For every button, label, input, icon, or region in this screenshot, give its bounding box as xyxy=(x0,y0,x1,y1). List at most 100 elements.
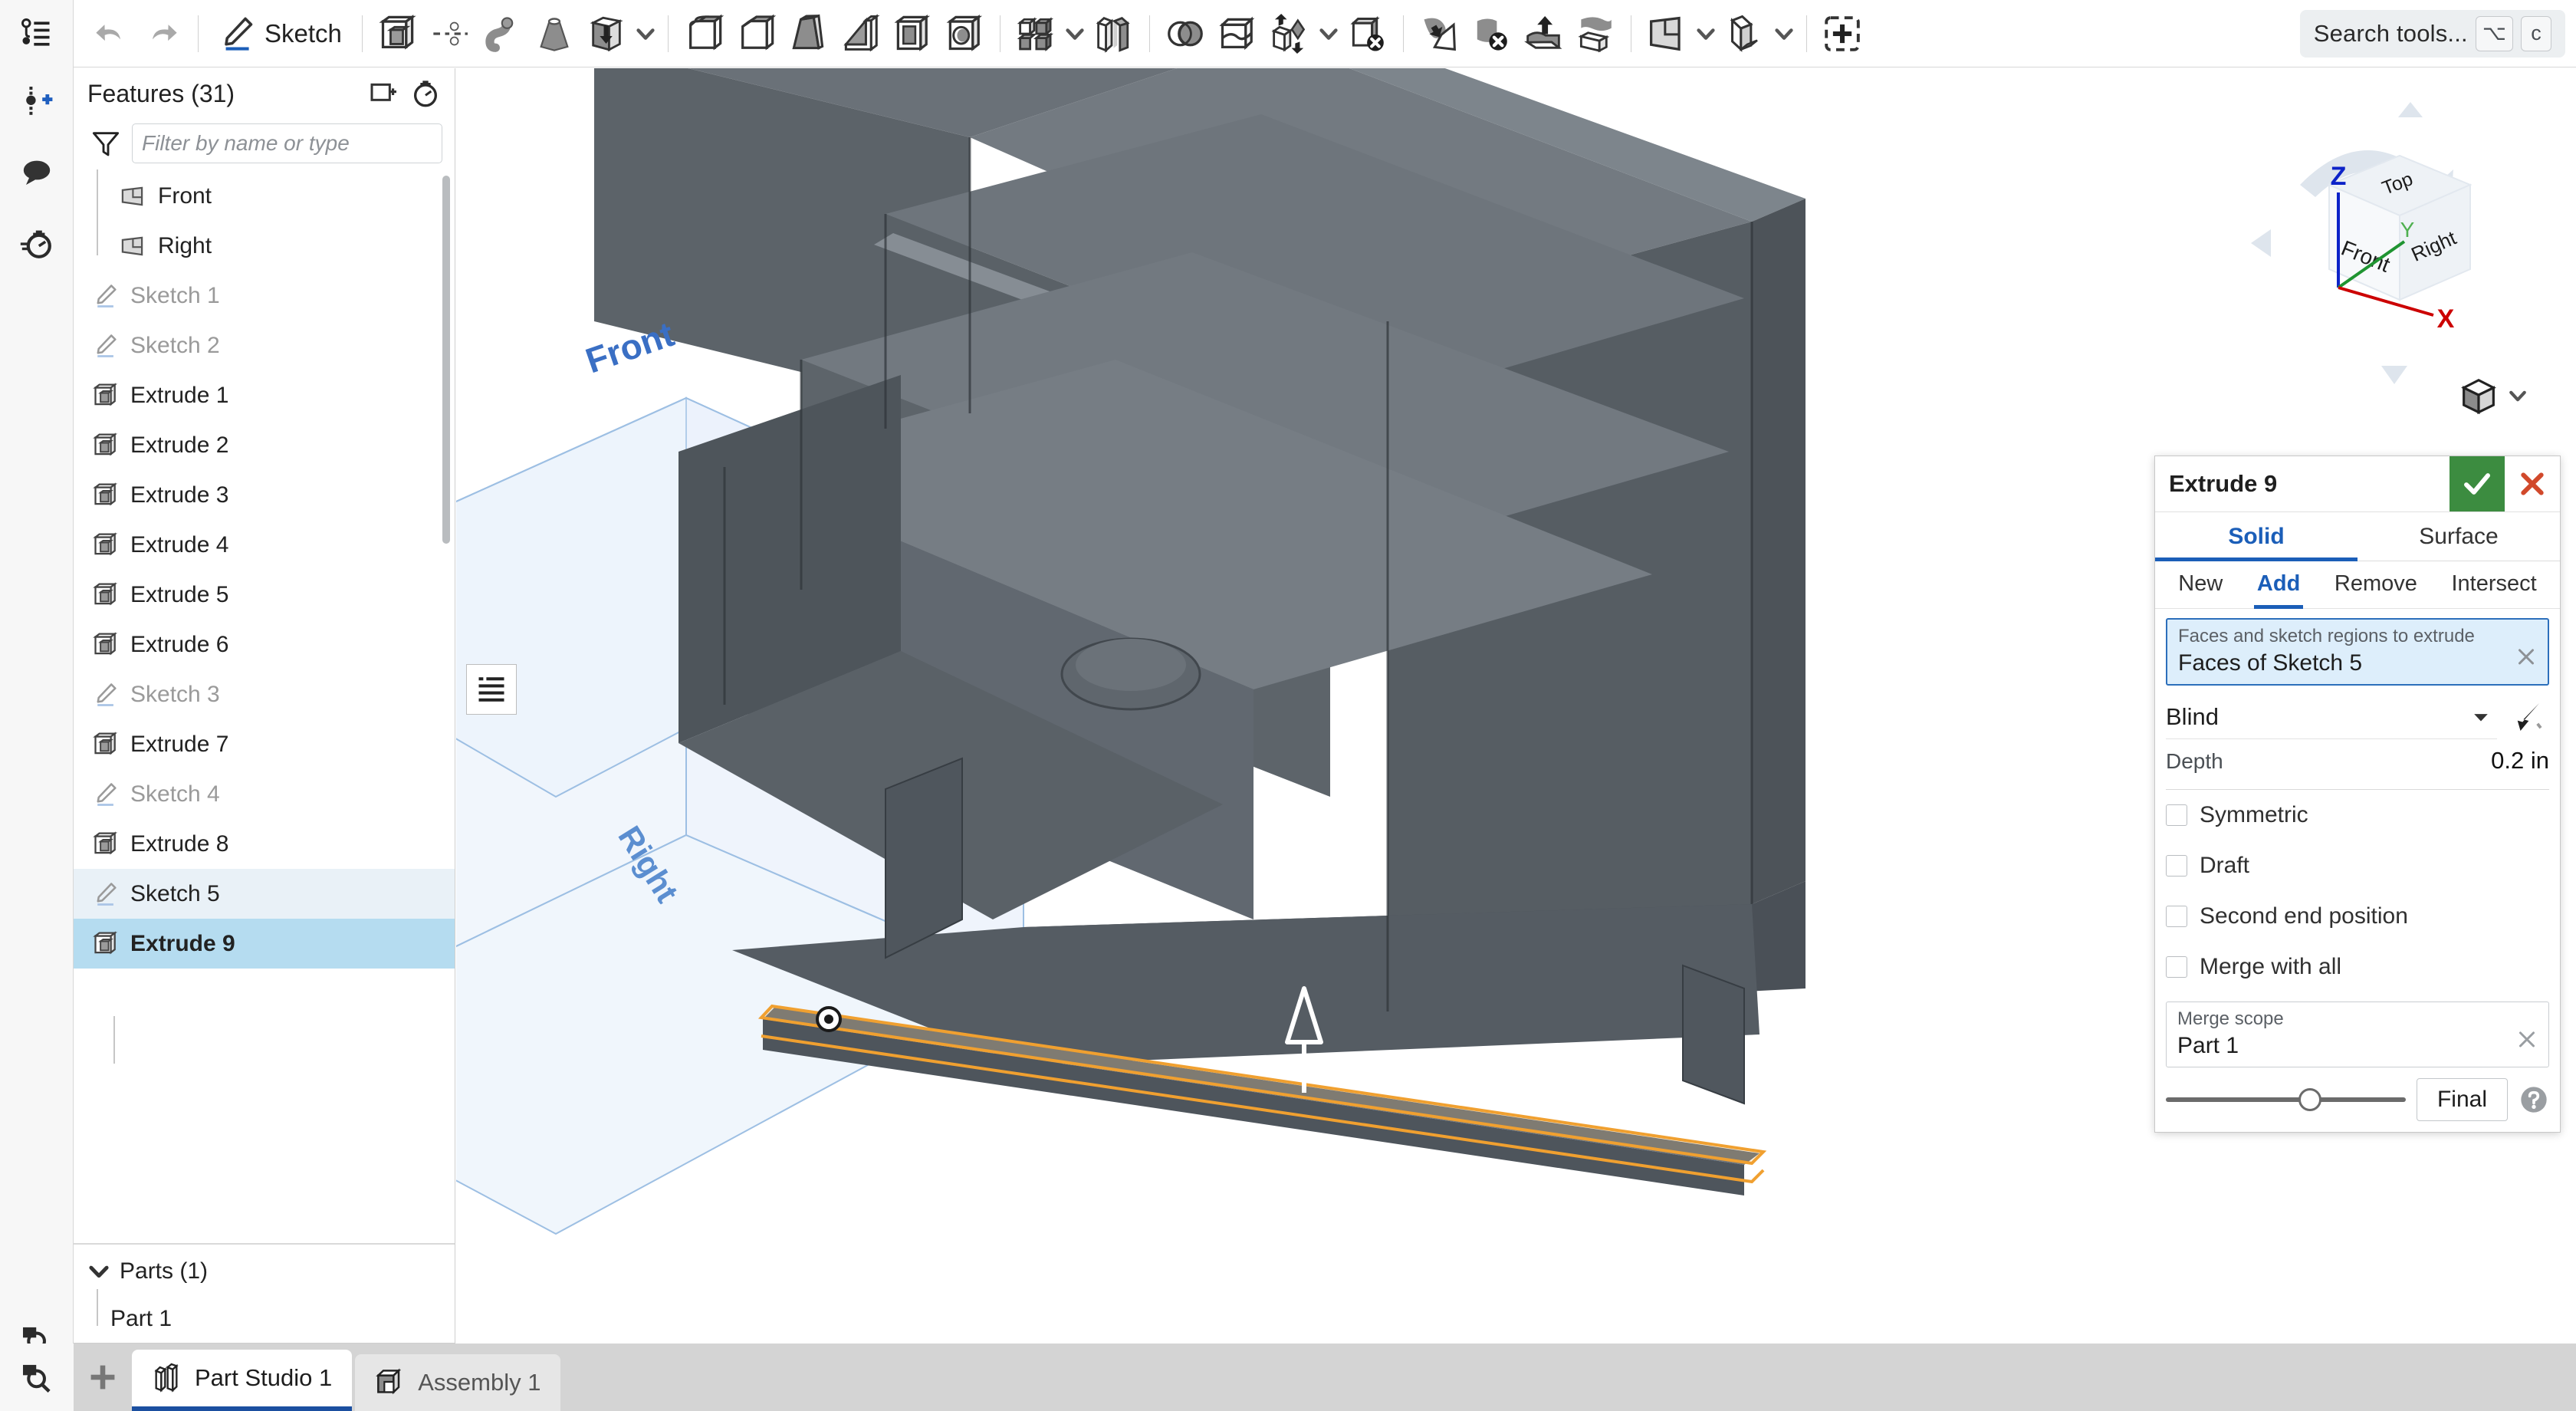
tab-part-studio-1[interactable]: Part Studio 1 xyxy=(132,1350,352,1411)
feature-tree-item[interactable]: Sketch 1 xyxy=(74,271,455,321)
feature-tree-item[interactable]: Extrude 1 xyxy=(74,370,455,420)
clear-faces-selection-button[interactable] xyxy=(2514,644,2538,669)
sweep-tool-button[interactable] xyxy=(476,6,528,61)
fill-surface-button[interactable] xyxy=(1413,6,1465,61)
transform-dropdown[interactable] xyxy=(1316,6,1342,61)
feature-filter-input[interactable] xyxy=(132,123,442,163)
fillet-tool-button[interactable] xyxy=(678,6,730,61)
hole-tool-button[interactable] xyxy=(938,6,991,61)
solid-tools-dropdown[interactable] xyxy=(632,6,659,61)
parts-folder-header[interactable]: Parts (1) xyxy=(74,1248,455,1295)
op-new[interactable]: New xyxy=(2175,561,2226,609)
thicken-tool-button[interactable] xyxy=(580,6,632,61)
undo-button[interactable] xyxy=(84,6,136,61)
slider-thumb[interactable] xyxy=(2298,1088,2321,1111)
feature-tree-item[interactable]: Extrude 3 xyxy=(74,470,455,520)
feature-tree-scrollbar[interactable] xyxy=(442,176,450,544)
add-variable-button[interactable] xyxy=(0,67,74,138)
part-solid-body[interactable] xyxy=(594,68,1806,1196)
feature-tree-item[interactable]: Extrude 2 xyxy=(74,420,455,470)
feature-tree-item[interactable]: Right xyxy=(74,221,455,271)
display-style-toggle[interactable] xyxy=(2458,375,2528,416)
filter-funnel-icon[interactable] xyxy=(90,128,121,159)
depth-field[interactable]: Depth 0.2 in xyxy=(2166,747,2549,790)
sheet-metal-button[interactable] xyxy=(1719,6,1771,61)
tab-assembly-1[interactable]: Assembly 1 xyxy=(355,1354,560,1411)
extrude-tool-button[interactable] xyxy=(372,6,424,61)
preview-slider[interactable] xyxy=(2166,1084,2406,1115)
feature-tree-item[interactable]: Extrude 9 xyxy=(74,919,455,969)
feature-list-toggle[interactable] xyxy=(0,0,73,67)
feature-tree-item[interactable]: Sketch 2 xyxy=(74,321,455,370)
revolve-tool-button[interactable] xyxy=(424,6,476,61)
mirror-tool-button[interactable] xyxy=(1088,6,1140,61)
faces-selection-field[interactable]: Faces and sketch regions to extrude Face… xyxy=(2166,618,2549,686)
feature-tree-item[interactable]: Extrude 8 xyxy=(74,819,455,869)
rollback-history-button[interactable] xyxy=(410,78,441,109)
feature-tree-item[interactable]: Extrude 4 xyxy=(74,520,455,570)
pattern-tool-button[interactable] xyxy=(1010,6,1062,61)
checkbox-draft[interactable]: Draft xyxy=(2166,840,2549,891)
checkbox-box[interactable] xyxy=(2166,956,2187,978)
checkbox-box[interactable] xyxy=(2166,906,2187,927)
feature-rollbar-handle[interactable] xyxy=(466,664,517,715)
plane-tool-button[interactable] xyxy=(1641,6,1693,61)
redo-button[interactable] xyxy=(136,6,189,61)
checkbox-second-end-position[interactable]: Second end position xyxy=(2166,891,2549,942)
checkbox-merge-with-all[interactable]: Merge with all xyxy=(2166,942,2549,992)
op-add[interactable]: Add xyxy=(2254,561,2303,609)
extrude-icon xyxy=(92,432,120,459)
split-tool-button[interactable] xyxy=(1211,6,1263,61)
boolean-tool-button[interactable] xyxy=(1159,6,1211,61)
comments-button[interactable] xyxy=(0,138,74,209)
feature-tree-item[interactable]: Extrude 5 xyxy=(74,570,455,620)
help-button[interactable] xyxy=(2518,1084,2549,1115)
pattern-dropdown[interactable] xyxy=(1062,6,1088,61)
feature-filter-row xyxy=(74,119,455,168)
feature-tree-item[interactable]: Sketch 3 xyxy=(74,669,455,719)
sheet-metal-dropdown[interactable] xyxy=(1771,6,1797,61)
loft-tool-button[interactable] xyxy=(528,6,580,61)
checkbox-box[interactable] xyxy=(2166,804,2187,826)
delete-face-button[interactable] xyxy=(1465,6,1517,61)
replace-face-button[interactable] xyxy=(1569,6,1622,61)
feature-tree-list[interactable]: FrontRightSketch 1Sketch 2Extrude 1Extru… xyxy=(74,168,455,1240)
plane-dropdown[interactable] xyxy=(1693,6,1719,61)
part-list-item[interactable]: Part 1 xyxy=(74,1295,455,1343)
accept-button[interactable] xyxy=(2450,456,2505,511)
tab-solid[interactable]: Solid xyxy=(2155,512,2358,561)
op-intersect[interactable]: Intersect xyxy=(2448,561,2539,609)
sketch-origin-marker[interactable] xyxy=(817,1008,840,1031)
draft-tool-button[interactable] xyxy=(782,6,834,61)
transform-tool-button[interactable] xyxy=(1263,6,1316,61)
end-condition-select[interactable]: Blind xyxy=(2166,695,2497,739)
merge-scope-field[interactable]: Merge scope Part 1 xyxy=(2166,1002,2549,1067)
move-face-button[interactable] xyxy=(1517,6,1569,61)
final-button[interactable]: Final xyxy=(2417,1078,2508,1121)
sketch-icon xyxy=(219,15,257,53)
add-tab-button[interactable] xyxy=(74,1344,132,1411)
delete-part-button[interactable] xyxy=(1342,6,1394,61)
feature-tree-item[interactable]: Extrude 6 xyxy=(74,620,455,669)
checkbox-symmetric[interactable]: Symmetric xyxy=(2166,790,2549,840)
feature-tree-item[interactable]: Sketch 5 xyxy=(74,869,455,919)
flip-direction-button[interactable] xyxy=(2505,695,2549,739)
feature-tree-item[interactable]: Extrude 7 xyxy=(74,719,455,769)
history-button[interactable] xyxy=(0,209,74,279)
view-cube[interactable]: Top Front Right Z Y X xyxy=(2206,99,2528,406)
zoom-to-fit-tabbar-button[interactable] xyxy=(0,1344,74,1411)
shell-tool-button[interactable] xyxy=(886,6,938,61)
cancel-button[interactable] xyxy=(2505,456,2560,511)
feature-tree-item[interactable]: Front xyxy=(74,171,455,221)
chamfer-tool-button[interactable] xyxy=(730,6,782,61)
feature-tree-item[interactable]: Sketch 4 xyxy=(74,769,455,819)
op-remove[interactable]: Remove xyxy=(2331,561,2420,609)
rib-tool-button[interactable] xyxy=(834,6,886,61)
add-custom-feature-button[interactable] xyxy=(1816,6,1868,61)
tab-surface[interactable]: Surface xyxy=(2358,512,2560,561)
search-tools-button[interactable]: Search tools... ⌥ c xyxy=(2300,10,2565,58)
clear-merge-scope-button[interactable] xyxy=(2515,1027,2539,1051)
sketch-button[interactable]: Sketch xyxy=(208,6,353,61)
checkbox-box[interactable] xyxy=(2166,855,2187,877)
show-hidden-features-button[interactable] xyxy=(369,78,399,109)
